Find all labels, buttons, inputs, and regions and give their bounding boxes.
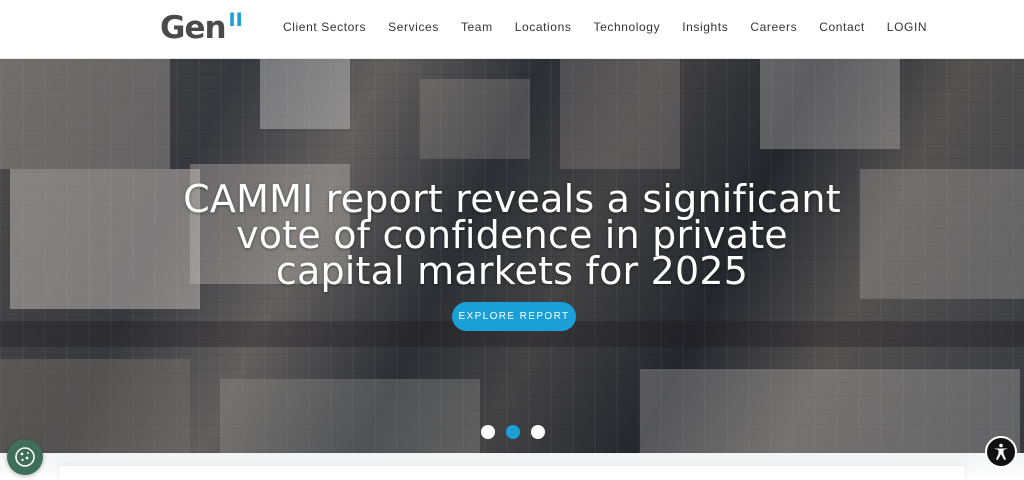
building-shape [0, 59, 170, 169]
nav-item-team[interactable]: Team [461, 20, 493, 34]
accessibility-icon [994, 443, 1008, 460]
cookie-settings-button[interactable] [7, 439, 43, 475]
cookie-icon [15, 447, 35, 467]
nav-item-locations[interactable]: Locations [515, 20, 572, 34]
nav-item-client-sectors[interactable]: Client Sectors [283, 20, 366, 34]
explore-report-button[interactable]: EXPLORE REPORT [452, 302, 576, 331]
site-header: Gen II Client Sectors Services Team Loca… [0, 0, 1024, 59]
hero-banner: CAMMI report reveals a significant vote … [0, 59, 1024, 453]
genii-logo[interactable]: Gen II [160, 10, 243, 46]
building-shape [260, 59, 350, 129]
nav-item-insights[interactable]: Insights [682, 20, 728, 34]
main-nav: Client Sectors Services Team Locations T… [283, 20, 927, 34]
logo-accent: II [228, 9, 243, 31]
nav-item-services[interactable]: Services [388, 20, 439, 34]
carousel-dot-3[interactable] [531, 425, 545, 439]
nav-item-technology[interactable]: Technology [593, 20, 660, 34]
building-shape [760, 59, 900, 149]
building-shape [640, 369, 1020, 453]
content-card [60, 466, 964, 480]
building-shape [560, 59, 680, 169]
nav-item-careers[interactable]: Careers [750, 20, 797, 34]
building-shape [220, 379, 480, 453]
hero-headline: CAMMI report reveals a significant vote … [183, 177, 841, 293]
building-shape [420, 79, 530, 159]
nav-item-login[interactable]: LOGIN [887, 20, 927, 34]
carousel-dot-2[interactable] [506, 425, 520, 439]
carousel-dots [481, 425, 545, 439]
logo-text: Gen [160, 10, 227, 46]
nav-item-contact[interactable]: Contact [819, 20, 865, 34]
carousel-dot-1[interactable] [481, 425, 495, 439]
building-shape [860, 169, 1024, 299]
accessibility-button[interactable] [985, 436, 1017, 468]
